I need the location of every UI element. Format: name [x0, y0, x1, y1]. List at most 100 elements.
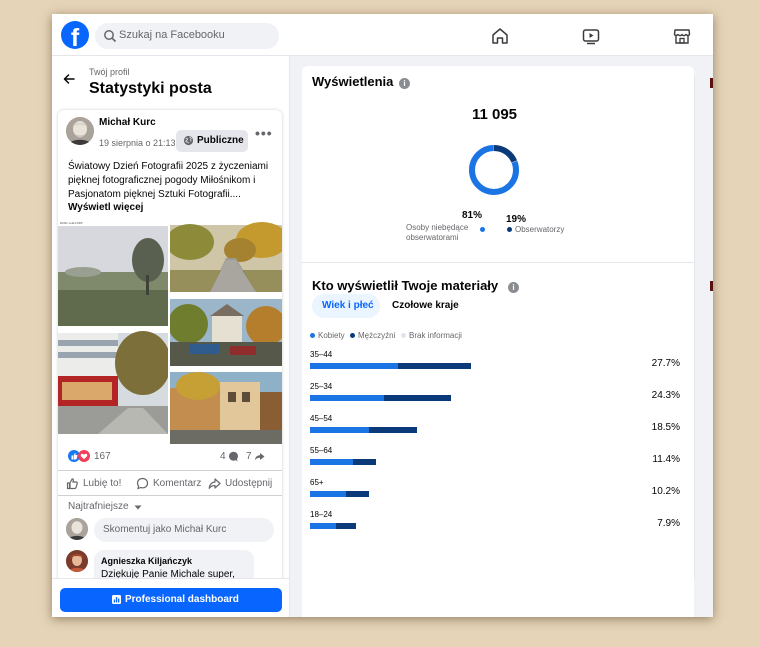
photo-foggy-field[interactable]: KURC GALLERY — [58, 220, 168, 326]
comment-icon — [136, 477, 149, 490]
age-label: 65+ — [310, 478, 324, 487]
who-info-icon[interactable]: i — [508, 282, 519, 293]
commenter-avatar[interactable] — [66, 518, 88, 540]
bar-women[interactable] — [310, 523, 336, 529]
bar-men[interactable] — [345, 491, 370, 497]
see-more-link[interactable]: Wyświetl więcej — [68, 202, 143, 213]
chevron-down-icon — [134, 505, 142, 510]
comment-input[interactable]: Skomentuj jako Michał Kurc — [94, 518, 274, 542]
age-row: 35–44 27.7% — [310, 350, 680, 374]
comment-author[interactable]: Agnieszka Kiljańczyk — [101, 556, 192, 566]
photo-grid: KURC GALLERY — [58, 220, 282, 444]
bar-men[interactable] — [369, 427, 418, 433]
insights-panel: Wyświetlenia i 11 095 81% Osoby niebędąc… — [290, 56, 713, 617]
age-percent: 18.5% — [651, 422, 680, 433]
non-followers-label-line1: Osoby niebędące — [406, 223, 469, 232]
followers-dot — [507, 227, 512, 232]
edge-marker — [710, 281, 713, 291]
like-icon — [66, 478, 78, 490]
bar-men[interactable] — [335, 523, 356, 529]
who-viewed-title: Kto wyświetlił Twoje materiały — [312, 278, 499, 293]
age-label: 45–54 — [310, 414, 333, 423]
legend-women-label: Kobiety — [318, 331, 345, 340]
bar-men[interactable] — [352, 459, 377, 465]
age-row: 25–34 24.3% — [310, 382, 680, 406]
views-total: 11 095 — [471, 106, 518, 123]
age-label: 18–24 — [310, 510, 333, 519]
home-icon[interactable] — [490, 26, 510, 46]
legend-men-label: Mężczyźni — [358, 331, 396, 340]
search-input[interactable]: Szukaj na Facebooku — [95, 23, 279, 49]
photo-storefront[interactable] — [58, 328, 168, 434]
legend-unknown-dot — [401, 333, 406, 338]
comment-sort-dropdown[interactable]: Najtrafniejsze — [68, 501, 142, 512]
photo-old-buildings[interactable] — [170, 368, 282, 444]
audience-button[interactable]: Publiczne — [176, 130, 248, 152]
age-percent: 27.7% — [651, 358, 680, 369]
comment-count: 4 — [220, 451, 226, 462]
tab-top-countries[interactable]: Czołowe kraje — [386, 294, 466, 318]
back-arrow-icon[interactable] — [62, 72, 76, 86]
bar-women[interactable] — [310, 427, 370, 433]
post-actions: Lubię to! Komentarz Udostępnij — [58, 470, 282, 496]
age-percent: 10.2% — [651, 486, 680, 497]
bar-women[interactable] — [310, 363, 399, 369]
share-count: 7 — [246, 451, 252, 462]
tab-age-gender[interactable]: Wiek i płeć — [312, 294, 380, 318]
info-icon[interactable]: i — [399, 78, 410, 89]
non-followers-percent: 81% — [462, 210, 483, 221]
video-icon[interactable] — [581, 26, 601, 46]
share-icon — [208, 478, 221, 489]
comment-author-avatar[interactable] — [66, 550, 88, 572]
professional-dashboard-button[interactable]: Professional dashboard — [60, 588, 282, 612]
like-label: Lubię to! — [83, 478, 122, 489]
comment-placeholder: Skomentuj jako Michał Kurc — [103, 524, 227, 535]
non-followers-label: Osoby niebędące obserwatorami — [406, 223, 468, 243]
photo-autumn-alley[interactable] — [170, 220, 282, 292]
post-card: Michał Kurc 19 sierpnia o 21:13 · Public… — [58, 110, 282, 610]
comment-button[interactable]: Komentarz — [136, 477, 208, 491]
bar-men[interactable] — [383, 395, 451, 401]
photo-house[interactable] — [170, 294, 282, 366]
comment-label: Komentarz — [153, 478, 202, 489]
legend-men-dot — [350, 333, 355, 338]
post-text: Światowy Dzień Fotografii 2025 z życzeni… — [68, 161, 269, 200]
comment-count-icon — [229, 451, 238, 462]
footer-bar: Professional dashboard — [52, 578, 289, 617]
reactions-summary[interactable]: 167 4 7 — [68, 450, 276, 464]
facebook-logo[interactable]: f — [61, 21, 89, 49]
bar-women[interactable] — [310, 491, 346, 497]
share-label: Udostępnij — [225, 478, 273, 489]
bar-men[interactable] — [398, 363, 471, 369]
legend-women-dot — [310, 333, 315, 338]
post-author[interactable]: Michał Kurc — [99, 117, 156, 128]
reaction-count: 167 — [94, 451, 111, 462]
post-panel: Twój profil Statystyki posta Michał Kurc… — [52, 56, 290, 617]
share-count-icon — [254, 453, 265, 461]
followers-label: Obserwatorzy — [515, 225, 565, 234]
post-date[interactable]: 19 sierpnia o 21:13 · — [99, 138, 181, 148]
legend-unknown-label: Brak informacji — [409, 331, 462, 340]
page-title: Statystyki posta — [89, 80, 212, 97]
dashboard-icon — [112, 595, 121, 604]
professional-dashboard-label: Professional dashboard — [125, 594, 239, 605]
age-percent: 11.4% — [652, 454, 680, 465]
svg-text:KURC GALLERY: KURC GALLERY — [60, 221, 84, 225]
breadcrumb[interactable]: Twój profil — [89, 67, 130, 77]
author-avatar[interactable] — [66, 117, 94, 145]
age-row: 55–64 11.4% — [310, 446, 680, 470]
like-button[interactable]: Lubię to! — [66, 477, 128, 491]
marketplace-icon[interactable] — [672, 26, 692, 46]
followers-percent: 19% — [506, 214, 527, 225]
share-button[interactable]: Udostępnij — [208, 477, 280, 491]
tab-top-countries-label: Czołowe kraje — [392, 300, 459, 311]
more-options-button[interactable]: ••• — [255, 125, 273, 141]
tab-age-gender-label: Wiek i płeć — [322, 300, 374, 311]
age-label: 25–34 — [310, 382, 333, 391]
sort-label: Najtrafniejsze — [68, 501, 129, 512]
non-followers-dot — [480, 227, 485, 232]
views-donut-chart — [469, 145, 519, 195]
bar-women[interactable] — [310, 395, 384, 401]
bar-women[interactable] — [310, 459, 353, 465]
age-row: 65+ 10.2% — [310, 478, 680, 502]
